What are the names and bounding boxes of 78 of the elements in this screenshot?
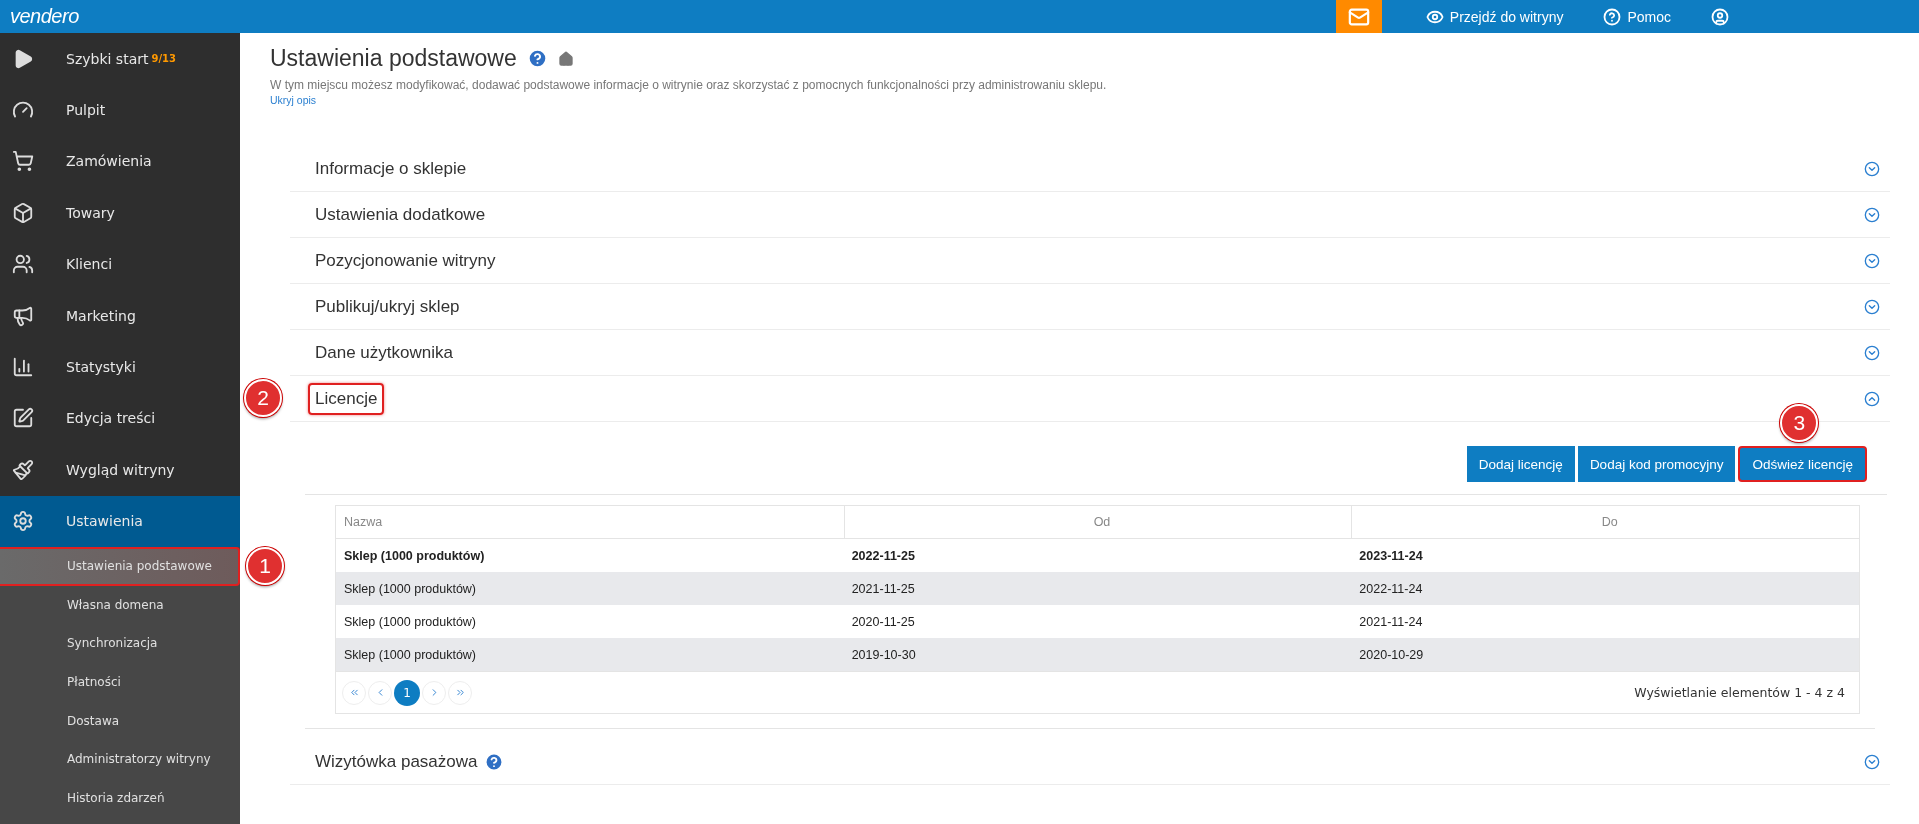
- table-cell: 2020-10-29: [1351, 638, 1859, 671]
- submenu-item[interactable]: Płatności: [0, 662, 240, 702]
- accordion-header[interactable]: Informacje o sklepie: [290, 146, 1890, 192]
- sidebar-item[interactable]: Statystyki: [0, 341, 240, 393]
- expand-icon[interactable]: [1864, 298, 1880, 315]
- step-marker: 1: [246, 546, 284, 585]
- sidebar-item[interactable]: Towary: [0, 187, 240, 239]
- section-title: Publikuj/ukryj sklep: [315, 296, 460, 317]
- sidebar-label: Ustawienia: [66, 513, 143, 530]
- accordion-header[interactable]: Wizytówka pasażowa: [290, 739, 1890, 785]
- section-title: Dane użytkownika: [315, 342, 453, 363]
- section-title: Ustawienia dodatkowe: [315, 204, 486, 225]
- logo: vendero: [9, 4, 80, 29]
- submenu-item[interactable]: Synchronizacja: [0, 624, 240, 663]
- section-title: Wizytówka pasażowa: [315, 751, 504, 772]
- bar-chart-icon: [12, 356, 34, 379]
- table-cell: Sklep (1000 produktów): [336, 638, 844, 671]
- collapse-icon[interactable]: [1864, 390, 1880, 407]
- sidebar-label: Edycja treści: [66, 410, 156, 427]
- user-icon: [1711, 7, 1729, 26]
- pagination-summary: Wyświetlanie elementów 1 - 4 z 4: [1634, 685, 1845, 700]
- edit-icon: [12, 407, 34, 430]
- sidebar-item[interactable]: Wygląd witryny: [0, 444, 240, 496]
- table-cell: 2019-10-30: [843, 638, 1352, 671]
- submenu-item[interactable]: Historia zdarzeń: [0, 778, 240, 818]
- sidebar-label: Klienci: [66, 256, 113, 273]
- accordion-header[interactable]: Ustawienia dodatkowe: [290, 192, 1890, 238]
- settings-icon: [12, 510, 34, 533]
- expand-icon[interactable]: [1864, 753, 1880, 770]
- home-icon[interactable]: [557, 50, 574, 67]
- step-marker: 3: [1780, 404, 1819, 442]
- page-description: W tym miejscu możesz modyfikować, dodawać podstawowe informacje o witrynie oraz skorzystać z pomocnych funkcjonalności przy administrowaniu sklepu.: [270, 78, 1108, 92]
- cart-icon: [12, 150, 34, 173]
- action-button[interactable]: Dodaj kod promocyjny: [1577, 446, 1736, 482]
- sidebar-label: Statystyki: [66, 359, 136, 376]
- nav-link[interactable]: Pomoc: [1583, 0, 1691, 33]
- accordion-header[interactable]: Pozycjonowanie witryny: [290, 238, 1890, 284]
- step-marker: 2: [244, 379, 282, 417]
- page-button[interactable]: 1: [394, 679, 420, 706]
- sidebar-label: Towary: [66, 204, 115, 221]
- help-icon[interactable]: [483, 751, 504, 772]
- help-icon: [1603, 7, 1622, 26]
- table-cell: 2021-11-25: [843, 572, 1352, 605]
- sidebar-item[interactable]: Zamówienia: [0, 135, 240, 188]
- users-icon: [12, 253, 34, 276]
- accordion-header[interactable]: Publikuj/ukryj sklep: [290, 284, 1890, 330]
- sidebar-label: Zamówienia: [66, 153, 152, 170]
- section-title: Licencje: [308, 382, 385, 415]
- section-title: Informacje o sklepie: [315, 158, 467, 179]
- sidebar-item[interactable]: Edycja treści: [0, 392, 240, 445]
- megaphone-icon: [12, 304, 34, 327]
- sidebar-label: Wygląd witryny: [66, 461, 175, 478]
- accordion-header[interactable]: Dane użytkownika: [290, 330, 1890, 376]
- sidebar-item[interactable]: Marketing: [0, 289, 240, 342]
- action-button[interactable]: Dodaj licencję: [1466, 446, 1575, 482]
- submenu-item[interactable]: Dostawa: [0, 701, 240, 740]
- expand-icon[interactable]: [1864, 206, 1880, 223]
- brush-icon: [12, 458, 34, 481]
- expand-icon[interactable]: [1864, 160, 1880, 177]
- sidebar-item[interactable]: Ustawienia: [0, 495, 240, 547]
- section-title: Pozycjonowanie witryny: [315, 250, 496, 271]
- sidebar-item[interactable]: Klienci: [0, 238, 240, 290]
- sidebar-item[interactable]: Pulpit: [0, 84, 240, 136]
- table-cell: 2022-11-24: [1351, 572, 1859, 605]
- box-icon: [12, 201, 34, 224]
- sidebar-label: Szybki start: [66, 50, 149, 67]
- submenu-item[interactable]: Własna domena: [0, 585, 240, 625]
- sidebar-label: Marketing: [66, 307, 136, 324]
- page-title: Ustawienia podstawowe: [270, 45, 517, 72]
- expand-icon[interactable]: [1864, 252, 1880, 269]
- submenu-item[interactable]: Administratorzy witryny: [0, 739, 240, 779]
- progress-count: 9/13: [151, 53, 176, 65]
- table-cell: Sklep (1000 produktów): [336, 572, 844, 605]
- nav-link[interactable]: Przejdź do witryny: [1405, 0, 1584, 33]
- help-icon[interactable]: [526, 48, 548, 69]
- sidebar-label: Pulpit: [66, 102, 106, 119]
- expand-icon[interactable]: [1864, 344, 1880, 361]
- hide-description-link[interactable]: Ukryj opis: [270, 94, 319, 106]
